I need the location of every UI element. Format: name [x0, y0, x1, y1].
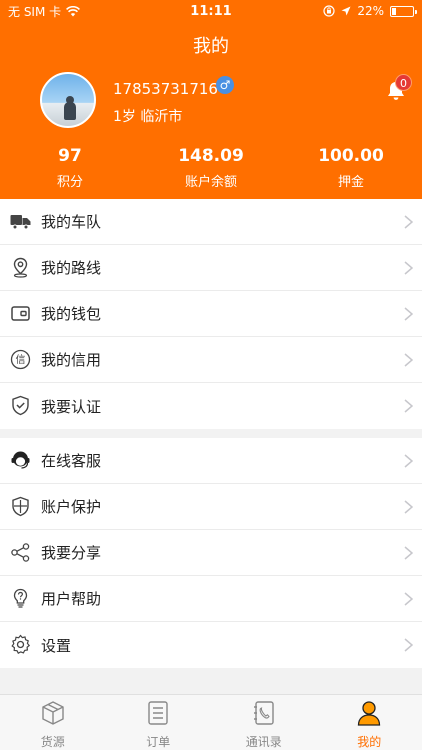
menu-item-label: 我要认证 — [41, 397, 102, 416]
menu-item-label: 设置 — [41, 636, 72, 655]
help-bulb-icon — [13, 588, 28, 608]
chevron-right-icon — [404, 638, 413, 652]
wallet-icon — [11, 306, 30, 321]
stat-balance[interactable]: 148.09 账户余额 — [141, 146, 281, 190]
location-pin-icon — [13, 257, 28, 278]
menu-item-label: 账户保护 — [41, 498, 102, 516]
menu-item-help[interactable]: 用户帮助 — [0, 576, 422, 622]
menu-item-verify[interactable]: 我要认证 — [0, 383, 422, 429]
user-age-city: 1岁 临沂市 — [113, 109, 183, 125]
menu-item-label: 在线客服 — [41, 452, 102, 470]
stat-value: 100.00 — [318, 146, 384, 166]
stat-value: 97 — [58, 146, 82, 166]
user-phone: 17853731716 — [113, 80, 218, 98]
menu-item-account-protection[interactable]: 账户保护 — [0, 484, 422, 530]
chevron-right-icon — [404, 454, 413, 468]
rotation-lock-icon — [323, 5, 335, 17]
profile-header: 我的 17853731716 ♂ 1岁 临沂市 0 97 积分 148.09 账… — [0, 22, 422, 199]
stat-label: 押金 — [337, 175, 364, 190]
avatar[interactable] — [40, 72, 96, 128]
status-bar: 无 SIM 卡 11:11 22% — [0, 0, 422, 22]
chevron-right-icon — [404, 353, 413, 367]
menu-item-label: 用户帮助 — [41, 590, 102, 608]
tab-label: 通讯录 — [245, 735, 282, 749]
contacts-icon — [253, 701, 274, 725]
share-icon — [11, 543, 30, 562]
menu-group-support: 在线客服 账户保护 我要分享 用户帮助 设置 — [0, 438, 422, 668]
wifi-icon — [66, 5, 81, 16]
menu-item-label: 我的钱包 — [41, 305, 102, 323]
menu-item-fleet[interactable]: 我的车队 — [0, 199, 422, 245]
menu-item-customer-service[interactable]: 在线客服 — [0, 438, 422, 484]
battery-percent: 22% — [357, 4, 384, 18]
tab-contacts[interactable]: 通讯录 — [211, 695, 317, 750]
chevron-right-icon — [404, 546, 413, 560]
page-title: 我的 — [193, 36, 229, 57]
menu-item-label: 我要分享 — [41, 544, 102, 562]
menu-item-label: 我的车队 — [41, 213, 102, 231]
chevron-right-icon — [404, 500, 413, 514]
tab-orders[interactable]: 订单 — [106, 695, 212, 750]
menu-item-label: 我的信用 — [41, 351, 102, 369]
stat-label: 账户余额 — [184, 175, 237, 190]
tab-label: 我的 — [357, 735, 382, 749]
notification-badge: 0 — [395, 74, 412, 91]
tab-label: 货源 — [40, 735, 65, 749]
stat-value: 148.09 — [178, 146, 244, 166]
tab-mine[interactable]: 我的 — [317, 695, 422, 750]
shield-check-icon — [12, 395, 29, 416]
tab-bar: 货源 订单 通讯录 我的 — [0, 694, 422, 750]
chevron-right-icon — [404, 261, 413, 275]
person-icon — [358, 701, 381, 726]
order-list-icon — [148, 701, 168, 725]
gear-icon — [11, 634, 31, 655]
credit-icon: 信 — [10, 349, 31, 370]
menu-item-credit[interactable]: 信 我的信用 — [0, 337, 422, 383]
chevron-right-icon — [404, 399, 413, 413]
credit-glyph: 信 — [16, 354, 26, 366]
gender-male-icon: ♂ — [216, 76, 234, 94]
stat-points[interactable]: 97 积分 — [0, 146, 140, 190]
location-arrow-icon — [341, 6, 351, 16]
headset-icon — [11, 451, 30, 469]
stat-deposit[interactable]: 100.00 押金 — [281, 146, 421, 190]
menu-item-settings[interactable]: 设置 — [0, 622, 422, 668]
chevron-right-icon — [404, 592, 413, 606]
chevron-right-icon — [404, 215, 413, 229]
shield-icon — [12, 496, 29, 517]
truck-icon — [10, 215, 31, 230]
tab-label: 订单 — [146, 735, 171, 749]
box-icon — [42, 701, 64, 725]
stat-label: 积分 — [56, 175, 83, 190]
menu-item-route[interactable]: 我的路线 — [0, 245, 422, 291]
menu-item-share[interactable]: 我要分享 — [0, 530, 422, 576]
menu-item-wallet[interactable]: 我的钱包 — [0, 291, 422, 337]
menu-group-account: 我的车队 我的路线 我的钱包 信 我的信用 我要认证 — [0, 199, 422, 429]
carrier-label: 无 SIM 卡 — [8, 4, 62, 19]
chevron-right-icon — [404, 307, 413, 321]
tab-cargo[interactable]: 货源 — [0, 695, 106, 750]
menu-item-label: 我的路线 — [41, 259, 102, 277]
battery-icon — [390, 5, 417, 17]
